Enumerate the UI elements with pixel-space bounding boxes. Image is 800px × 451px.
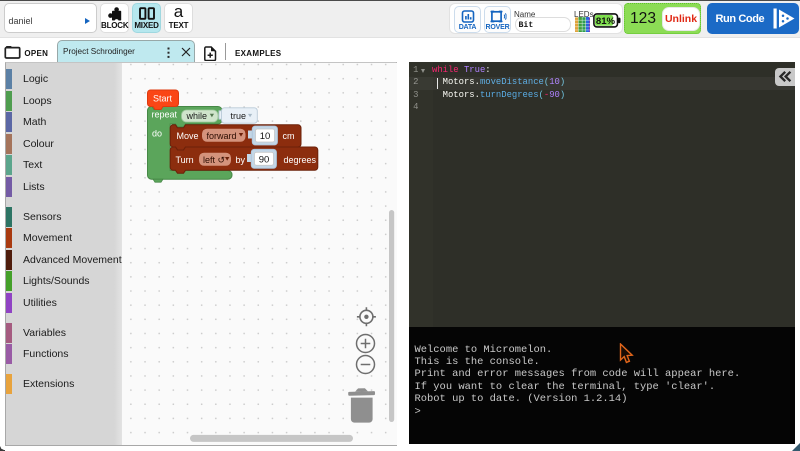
svg-text:Start: Start — [153, 94, 173, 104]
svg-text:10: 10 — [260, 131, 271, 142]
svg-text:repeat: repeat — [152, 110, 178, 120]
svg-text:Move: Move — [177, 131, 199, 141]
svg-text:by: by — [236, 155, 246, 165]
svg-text:true: true — [231, 111, 247, 121]
svg-text:90: 90 — [259, 154, 270, 165]
svg-text:cm: cm — [283, 131, 295, 141]
svg-text:degrees: degrees — [284, 155, 317, 165]
svg-text:left ↺: left ↺ — [203, 155, 225, 165]
svg-text:while: while — [186, 111, 208, 121]
svg-text:do: do — [152, 129, 162, 139]
svg-text:Turn: Turn — [176, 155, 194, 165]
svg-text:forward: forward — [207, 131, 237, 141]
svg-text:81%: 81% — [596, 16, 616, 27]
